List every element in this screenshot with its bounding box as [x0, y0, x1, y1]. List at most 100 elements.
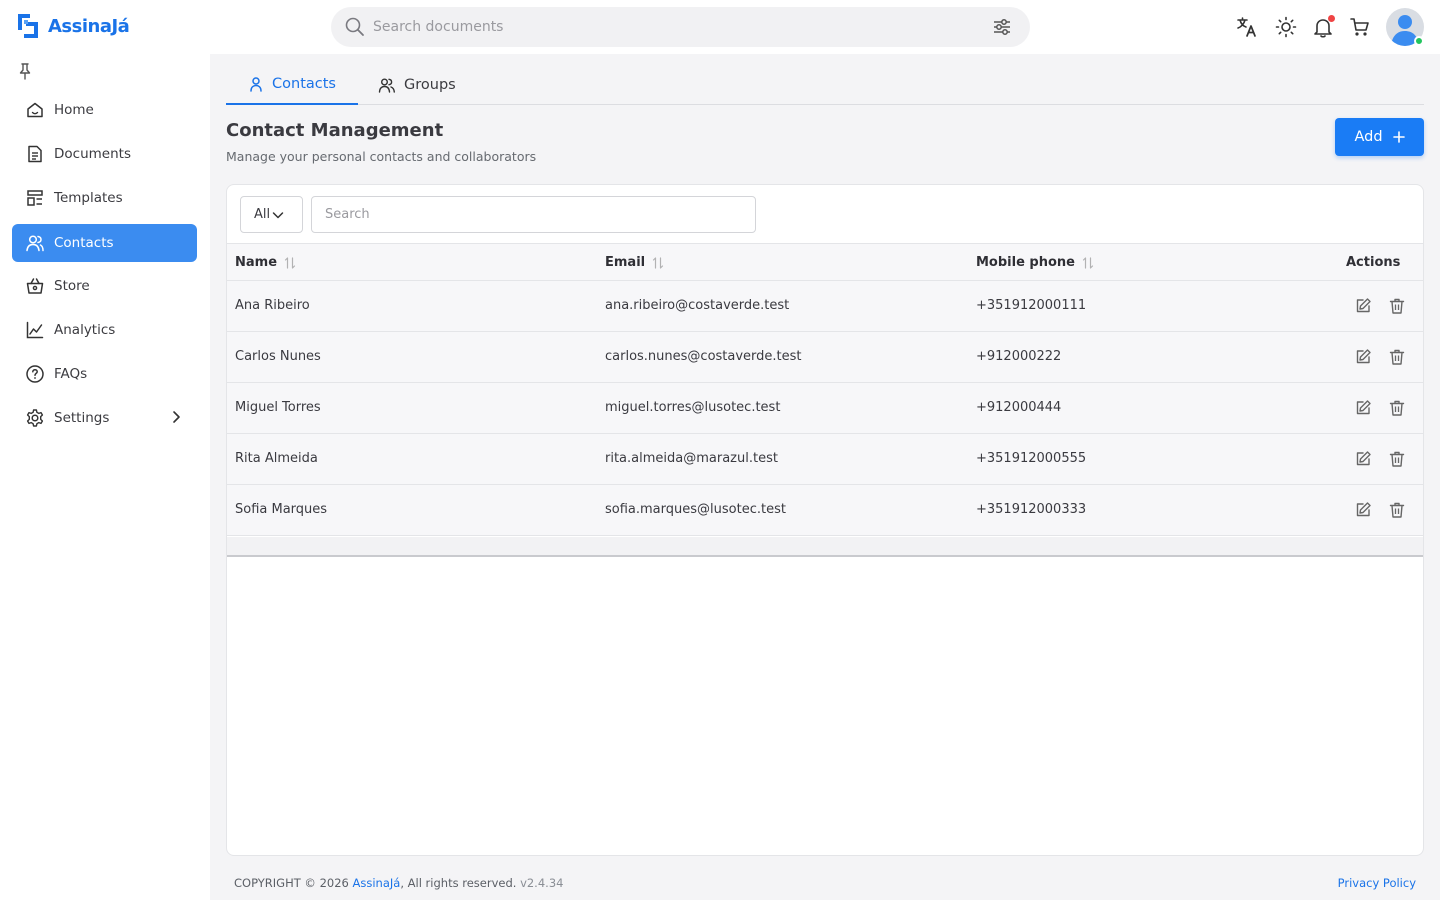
cell-email: carlos.nunes@costaverde.test — [605, 349, 802, 364]
chart-icon — [25, 320, 45, 340]
add-button-label: Add — [1354, 129, 1383, 145]
cell-name: Miguel Torres — [235, 400, 321, 415]
sun-icon[interactable] — [1274, 15, 1298, 39]
user-icon — [250, 76, 262, 92]
trash-icon[interactable] — [1388, 348, 1406, 366]
rights-text: , All rights reserved. — [400, 876, 517, 890]
sidebar-item-label: Store — [54, 278, 90, 294]
add-contact-button[interactable]: Add — [1335, 118, 1424, 156]
online-status-dot — [1414, 36, 1424, 46]
cell-name: Carlos Nunes — [235, 349, 321, 364]
sidebar-item-settings[interactable]: Settings — [12, 399, 197, 437]
table-row[interactable]: Sofia Marques sofia.marques@lusotec.test +… — [227, 485, 1423, 536]
table-row[interactable]: Miguel Torres miguel.torres@lusotec.test +… — [227, 383, 1423, 434]
footer-brand-link[interactable]: AssinaJá — [353, 876, 401, 890]
tab-groups[interactable]: Groups — [378, 64, 456, 105]
users-icon — [378, 78, 395, 93]
sidebar-item-label: Documents — [54, 146, 131, 162]
pin-icon[interactable] — [17, 62, 33, 80]
sidebar-item-home[interactable]: Home — [12, 91, 197, 129]
sidebar-item-store[interactable]: Store — [12, 267, 197, 305]
sidebar-item-faqs[interactable]: FAQs — [12, 355, 197, 393]
version-label: v2.4.34 — [520, 876, 564, 890]
cell-mobile-phone: +912000444 — [976, 400, 1062, 415]
sidebar-item-contacts[interactable]: Contacts — [12, 224, 197, 262]
document-icon — [25, 144, 45, 164]
sidebar-item-documents[interactable]: Documents — [12, 135, 197, 173]
cell-mobile-phone: +912000222 — [976, 349, 1062, 364]
trash-icon[interactable] — [1388, 501, 1406, 519]
sort-icon — [653, 256, 664, 269]
table-row[interactable]: Rita Almeida rita.almeida@marazul.test +35… — [227, 434, 1423, 485]
edit-icon[interactable] — [1354, 450, 1372, 468]
sidebar-item-templates[interactable]: Templates — [12, 179, 197, 217]
cell-name: Rita Almeida — [235, 451, 318, 466]
column-header-email[interactable]: Email — [605, 255, 664, 270]
sidebar-item-analytics[interactable]: Analytics — [12, 311, 197, 349]
cell-mobile-phone: +351912000555 — [976, 451, 1087, 466]
sliders-icon[interactable] — [992, 17, 1012, 37]
plus-icon — [1392, 131, 1405, 143]
sidebar-item-label: Home — [54, 102, 94, 118]
table-header: Name Email Mobile phone Actions — [227, 243, 1423, 281]
copyright-text: COPYRIGHT © 2026 — [234, 876, 353, 890]
contacts-search-input[interactable] — [311, 196, 756, 233]
sidebar-item-label: Settings — [54, 410, 110, 426]
cell-email: ana.ribeiro@costaverde.test — [605, 298, 790, 313]
trash-icon[interactable] — [1388, 399, 1406, 417]
cell-mobile-phone: +351912000111 — [976, 298, 1087, 313]
tab-label: Groups — [404, 76, 456, 93]
app-logo[interactable]: AssinaJá — [16, 12, 130, 40]
sidebar-item-label: Contacts — [54, 235, 114, 251]
sidebar-item-label: Analytics — [54, 322, 116, 338]
document-search[interactable] — [331, 7, 1030, 47]
sort-icon — [284, 256, 296, 269]
table-row[interactable]: Ana Ribeiro ana.ribeiro@costaverde.test +3… — [227, 281, 1423, 332]
column-label: Actions — [1346, 255, 1401, 270]
home-icon — [25, 100, 45, 120]
top-bar: AssinaJá — [0, 0, 1440, 54]
search-input[interactable] — [373, 17, 973, 37]
column-label: Mobile phone — [976, 255, 1075, 270]
cell-name: Sofia Marques — [235, 502, 328, 517]
cart-icon[interactable] — [1348, 15, 1372, 39]
privacy-policy-link[interactable]: Privacy Policy — [1338, 876, 1416, 890]
cell-mobile-phone: +351912000333 — [976, 502, 1087, 517]
table-footer-bar — [227, 537, 1423, 557]
template-icon — [25, 188, 45, 208]
contacts-card: All Name Email Mobile phone Actions Ana … — [226, 184, 1424, 856]
edit-icon[interactable] — [1354, 348, 1372, 366]
cell-email: miguel.torres@lusotec.test — [605, 400, 781, 415]
footer-copyright: COPYRIGHT © 2026 AssinaJá, All rights re… — [234, 876, 563, 890]
chevron-down-icon — [272, 211, 284, 218]
column-header-actions: Actions — [1346, 255, 1400, 270]
sidebar-item-label: FAQs — [54, 366, 88, 382]
column-header-mobile-phone[interactable]: Mobile phone — [976, 255, 1094, 270]
tab-contacts[interactable]: Contacts — [226, 64, 358, 105]
column-label: Email — [605, 255, 646, 270]
bell-icon[interactable] — [1311, 15, 1335, 39]
logo-icon — [18, 14, 38, 38]
sort-icon — [1082, 256, 1094, 269]
sidebar: Home Documents Templates Contacts Store … — [0, 54, 210, 900]
page-subtitle: Manage your personal contacts and collab… — [226, 149, 537, 164]
trash-icon[interactable] — [1388, 297, 1406, 315]
column-label: Name — [235, 255, 278, 270]
app-name: AssinaJá — [48, 15, 130, 37]
edit-icon[interactable] — [1354, 501, 1372, 519]
table-row[interactable]: Carlos Nunes carlos.nunes@costaverde.test… — [227, 332, 1423, 383]
gear-icon — [25, 408, 45, 428]
help-icon — [25, 364, 45, 384]
sidebar-item-label: Templates — [54, 190, 123, 206]
filter-select[interactable]: All — [240, 196, 303, 233]
contact-tabs: Contacts Groups — [226, 64, 1424, 105]
chevron-right-icon — [173, 411, 180, 423]
users-icon — [25, 233, 45, 253]
edit-icon[interactable] — [1354, 399, 1372, 417]
edit-icon[interactable] — [1354, 297, 1372, 315]
search-icon — [345, 17, 364, 36]
translate-icon[interactable] — [1235, 15, 1259, 39]
trash-icon[interactable] — [1388, 450, 1406, 468]
column-header-name[interactable]: Name — [235, 255, 296, 270]
basket-icon — [25, 276, 45, 296]
